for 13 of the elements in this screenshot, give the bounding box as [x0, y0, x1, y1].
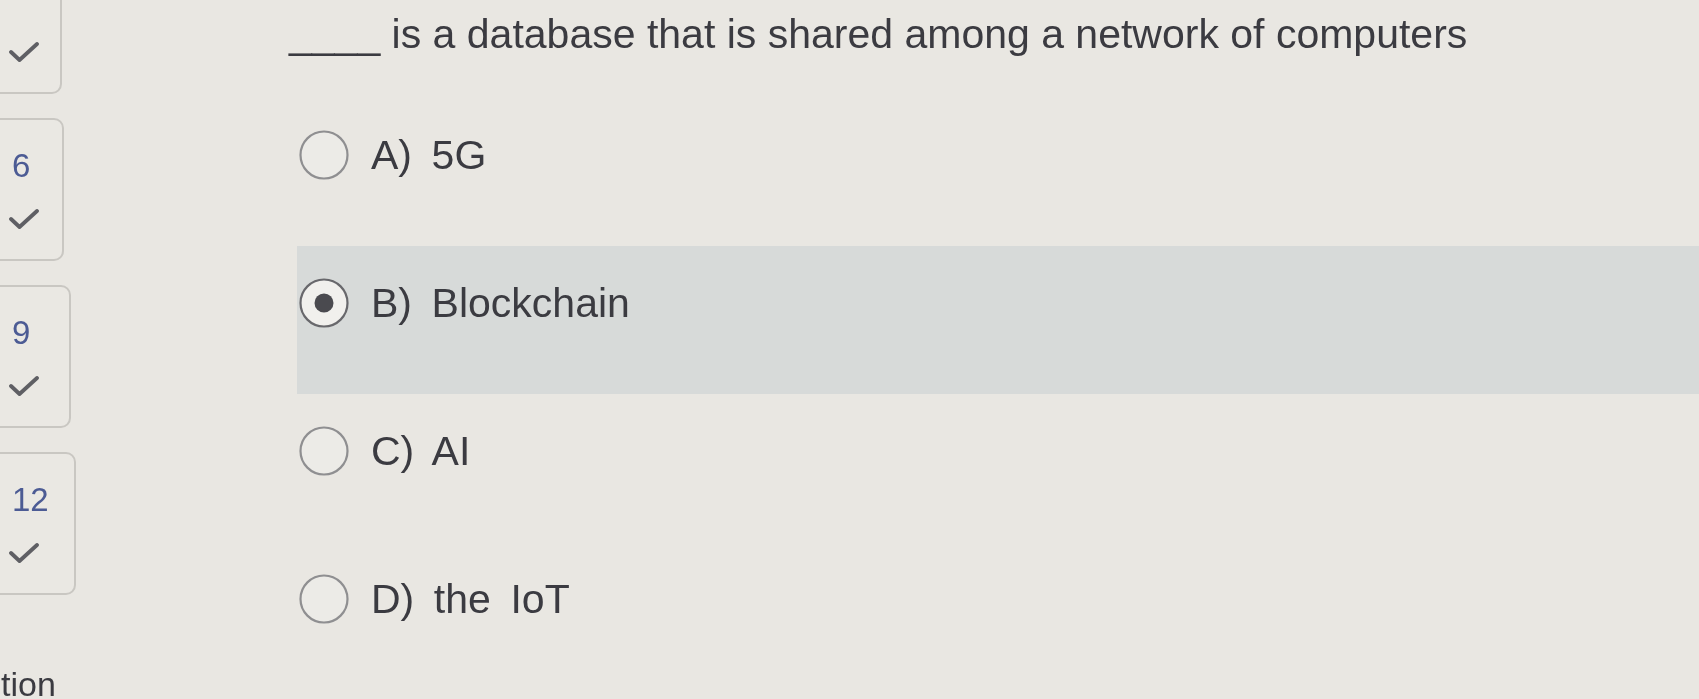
option-label[interactable]: D) the IoT	[371, 574, 570, 624]
question-text: ____ is a database that is shared among a network of computers	[289, 10, 1469, 59]
radio-button[interactable]	[299, 574, 349, 624]
option-label[interactable]: A) 5G	[371, 130, 487, 180]
radio-button[interactable]	[299, 426, 349, 476]
sidebar-label: tion	[1, 669, 57, 699]
option-label[interactable]: B) Blockchain	[371, 278, 630, 328]
question-nav-button[interactable]: 12	[0, 452, 76, 595]
question-nav-button[interactable]: 6	[0, 118, 64, 261]
option-label[interactable]: C) AI	[371, 426, 471, 476]
question-nav-button[interactable]: 9	[0, 285, 71, 428]
radio-button[interactable]	[299, 130, 349, 180]
radio-button[interactable]	[299, 278, 349, 328]
